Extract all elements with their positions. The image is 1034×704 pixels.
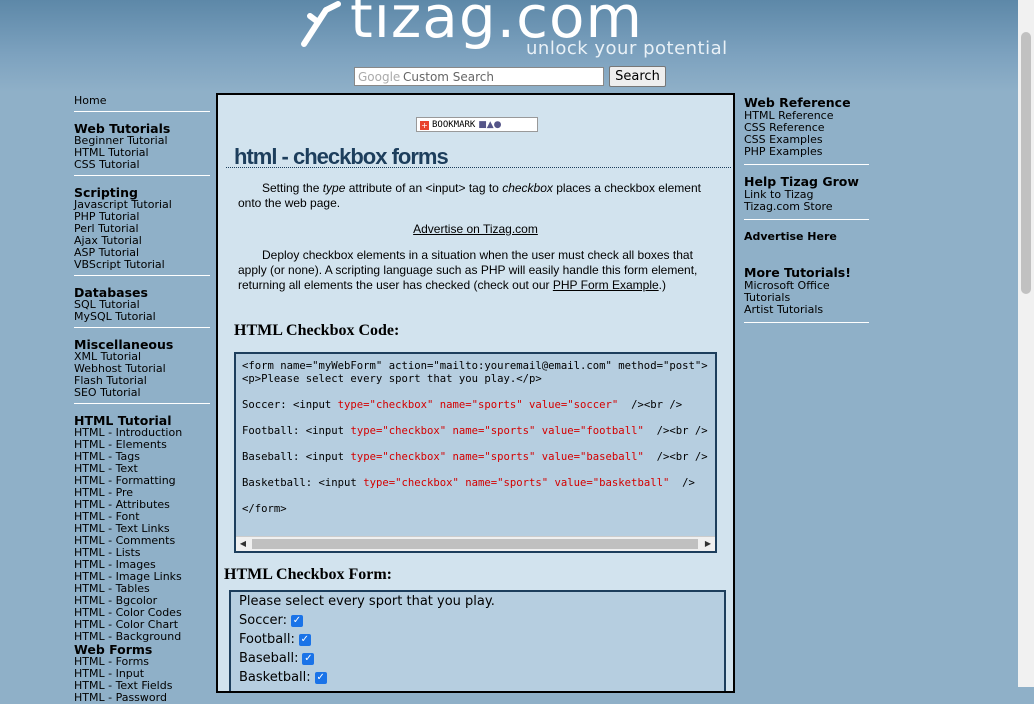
checkbox-option: Baseball: ✓ [239,651,315,666]
code-line: </form> [242,503,287,515]
plus-icon: + [420,121,429,130]
key-logo-icon [301,1,341,47]
sidebar-link[interactable]: Tizag.com Store [744,201,869,213]
code-line: Football: <input type="checkbox" name="s… [242,425,708,437]
checkbox-option: Basketball: ✓ [239,670,327,685]
page-scrollbar[interactable] [1018,0,1034,687]
nav-link[interactable]: HTML - Text Fields [74,680,210,692]
left-sidebar: Home Web Tutorials Beginner Tutorial HTML T… [74,95,210,704]
nav-divider [74,111,210,112]
checkbox-option: Football: ✓ [239,632,311,647]
sidebar-link[interactable]: Artist Tutorials [744,304,869,316]
sidebar-heading: Web Reference [744,95,851,110]
main-content: + BOOKMARK ■▲● html - checkbox forms Sett… [216,93,735,693]
code-line: Baseball: <input type="checkbox" name="s… [242,451,708,463]
horizontal-scrollbar[interactable]: ◀ ▶ [236,536,715,551]
right-sidebar: Web Reference HTML Reference CSS Reference… [744,96,869,333]
search-input[interactable] [354,67,604,86]
checkbox-checked-icon[interactable]: ✓ [302,653,315,665]
checkbox-checked-icon[interactable]: ✓ [298,634,311,646]
sidebar-heading[interactable]: Advertise Here [744,230,869,244]
intro-paragraph: Setting the type attribute of an <input>… [238,181,701,210]
scroll-left-icon[interactable]: ◀ [236,537,250,551]
form-heading: HTML Checkbox Form: [224,566,392,583]
nav-divider [74,275,210,276]
checkbox-checked-icon[interactable]: ✓ [291,615,303,627]
scrollbar-thumb[interactable] [252,539,698,549]
search-button[interactable]: Search [609,66,666,87]
description-paragraph: Deploy checkbox elements in a situation … [238,248,698,292]
code-line: Basketball: <input type="checkbox" name=… [242,477,695,489]
nav-link[interactable]: MySQL Tutorial [74,311,210,323]
title-divider [226,167,731,168]
scroll-right-icon[interactable]: ▶ [701,537,715,551]
form-prompt: Please select every sport that you play. [239,594,495,609]
sidebar-heading: More Tutorials! [744,265,851,280]
sidebar-link[interactable]: Microsoft Office Tutorials [744,280,869,304]
nav-link[interactable]: HTML - Password [74,692,210,704]
code-heading: HTML Checkbox Code: [234,322,400,339]
nav-home-link[interactable]: Home [74,95,210,107]
sidebar-divider [744,219,869,220]
sidebar-divider [744,164,869,165]
nav-divider [74,327,210,328]
bookmark-button[interactable]: + BOOKMARK ■▲● [416,117,538,132]
sidebar-link[interactable]: PHP Examples [744,146,869,158]
checkbox-form-demo: Please select every sport that you play.… [229,590,726,691]
code-line: <p>Please select every sport that you pl… [242,373,542,385]
code-block: <form name="myWebForm" action="mailto:yo… [234,352,717,553]
nav-link[interactable]: VBScript Tutorial [74,259,210,271]
bookmark-label: BOOKMARK [432,120,476,130]
share-icons: ■▲● [478,120,502,130]
code-text: <form name="myWebForm" action="mailto:yo… [242,360,708,516]
site-tagline: unlock your potential [526,38,728,59]
nav-divider [74,175,210,176]
nav-divider [74,403,210,404]
nav-link[interactable]: CSS Tutorial [74,159,210,171]
checkbox-option: Soccer: ✓ [239,613,303,628]
nav-link[interactable]: SEO Tutorial [74,387,210,399]
checkbox-checked-icon[interactable]: ✓ [314,672,327,684]
sidebar-heading: Help Tizag Grow [744,174,859,189]
advertise-link[interactable]: Advertise on Tizag.com [218,222,733,236]
page-scrollbar-thumb[interactable] [1021,32,1031,294]
code-line: Soccer: <input type="checkbox" name="spo… [242,399,683,411]
php-form-example-link[interactable]: PHP Form Example [553,278,659,292]
sidebar-divider [744,322,869,323]
code-line: <form name="myWebForm" action="mailto:yo… [242,360,708,372]
site-header: tizag.com unlock your potential Google S… [0,0,1018,92]
